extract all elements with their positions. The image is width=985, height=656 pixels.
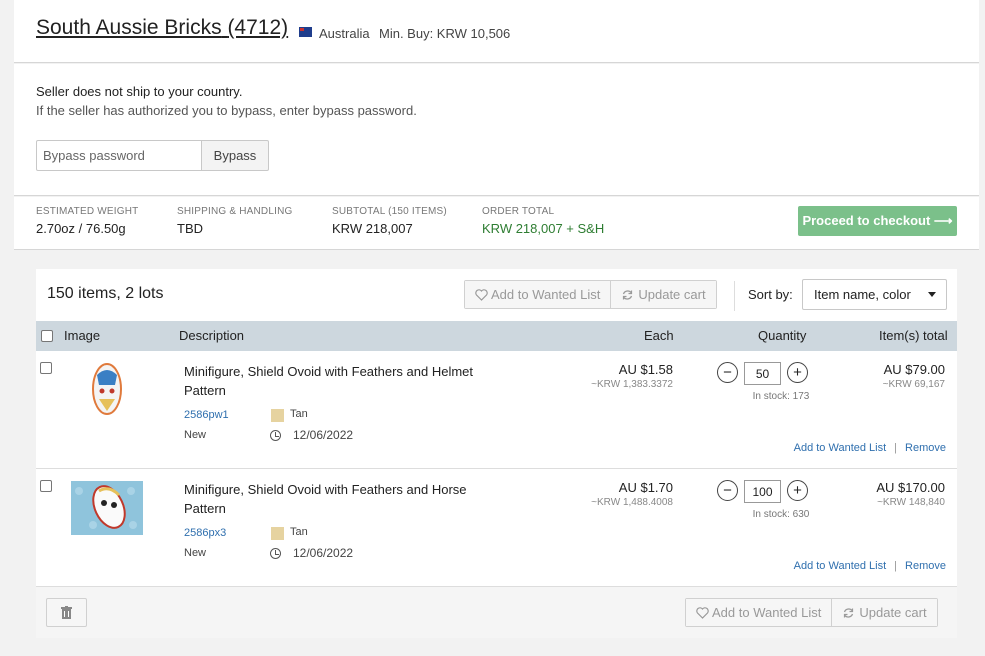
delete-selected-button[interactable] (46, 598, 87, 627)
refresh-icon (844, 607, 854, 618)
weight-value: 2.70oz / 76.50g (36, 221, 126, 236)
proceed-to-checkout-button[interactable]: Proceed to checkout ⟶ (798, 206, 957, 236)
item-code-link[interactable]: 2586px3 (184, 527, 226, 539)
color-swatch (271, 409, 284, 422)
bypass-password-input[interactable] (36, 140, 202, 171)
toolbar-divider (734, 281, 735, 311)
plus-icon[interactable]: + (787, 480, 808, 501)
heart-icon (475, 288, 488, 301)
col-image: Image (64, 328, 101, 343)
shipping-block: SHIPPING & HANDLING TBD (177, 206, 293, 236)
shipping-label: SHIPPING & HANDLING (177, 206, 293, 217)
update-cart-button[interactable]: Update cart (831, 599, 937, 626)
cart-column-header: Image Description Each Quantity Item(s) … (36, 321, 957, 351)
cart-toolbar: 150 items, 2 lots Add to Wanted List Upd… (36, 269, 957, 321)
sort-select[interactable]: Item name, color (802, 279, 947, 310)
clock-icon (270, 548, 281, 559)
weight-block: ESTIMATED WEIGHT 2.70oz / 76.50g (36, 206, 138, 236)
row-checkbox[interactable] (40, 480, 52, 492)
shield-horse-thumbnail[interactable] (71, 481, 143, 535)
action-separator: | (894, 560, 898, 572)
item-condition: New (184, 547, 207, 559)
min-buy: Min. Buy: KRW 10,506 (379, 26, 511, 41)
item-total: AU $170.00 ~KRW 148,840 (876, 480, 945, 508)
order-total-block: ORDER TOTAL KRW 218,007 + S&H (482, 206, 604, 236)
subtotal-value: KRW 218,007 (332, 221, 413, 236)
item-each-price: AU $1.58 ~KRW 1,383.3372 (591, 362, 673, 390)
shipping-value: TBD (177, 221, 203, 236)
add-to-wanted-list-link[interactable]: Add to Wanted List (794, 560, 887, 572)
item-color: Tan (290, 408, 308, 420)
add-to-wanted-list-link[interactable]: Add to Wanted List (794, 442, 887, 454)
minus-icon[interactable]: − (717, 480, 738, 501)
item-code-link[interactable]: 2586pw1 (184, 409, 229, 421)
col-description: Description (179, 328, 245, 343)
cart-count: 150 items, 2 lots (47, 285, 164, 302)
flag-au-icon (299, 27, 312, 37)
shield-helmet-thumbnail[interactable] (71, 361, 143, 415)
add-to-wanted-list-button[interactable]: Add to Wanted List (686, 599, 832, 626)
item-total: AU $79.00 ~KRW 69,167 (882, 362, 945, 390)
subtotal-label: SUBTOTAL (150 ITEMS) (332, 206, 447, 217)
stock-text: In stock: 630 (752, 509, 810, 520)
item-date: 12/06/2022 (293, 546, 354, 560)
item-color: Tan (290, 526, 308, 538)
clock-icon (270, 430, 281, 441)
store-country: Australia (319, 26, 370, 41)
cart-footer: Add to Wanted List Update cart (36, 587, 957, 638)
heart-icon (696, 606, 709, 619)
cart-actions-top: Add to Wanted List Update cart (464, 280, 717, 309)
quantity-input[interactable] (744, 362, 781, 385)
col-total: Item(s) total (879, 328, 948, 343)
bypass-hint: If the seller has authorized you to bypa… (36, 103, 417, 118)
sort-label: Sort by: (748, 287, 793, 302)
remove-link[interactable]: Remove (905, 560, 946, 572)
row-actions: Add to Wanted List | Remove (794, 442, 946, 454)
store-name-link[interactable]: South Aussie Bricks (4712) (36, 16, 288, 40)
quantity-input[interactable] (744, 480, 781, 503)
store-header: South Aussie Bricks (4712) Australia Min… (14, 0, 979, 63)
order-total-value: KRW 218,007 + S&H (482, 221, 605, 236)
weight-label: ESTIMATED WEIGHT (36, 206, 139, 217)
row-actions: Add to Wanted List | Remove (794, 560, 946, 572)
order-summary: ESTIMATED WEIGHT 2.70oz / 76.50g SHIPPIN… (14, 197, 979, 250)
stock-text: In stock: 173 (752, 391, 810, 402)
add-to-wanted-list-button[interactable]: Add to Wanted List (465, 281, 611, 308)
col-quantity: Quantity (758, 328, 807, 343)
no-ship-text: Seller does not ship to your country. (36, 84, 243, 99)
row-checkbox[interactable] (40, 362, 52, 374)
caret-down-icon (928, 292, 936, 297)
item-each-price: AU $1.70 ~KRW 1,488.4008 (591, 480, 673, 508)
item-description[interactable]: Minifigure, Shield Ovoid with Feathers a… (184, 362, 484, 400)
item-date: 12/06/2022 (293, 428, 354, 442)
refresh-icon (623, 289, 633, 300)
cart-row: Minifigure, Shield Ovoid with Feathers a… (36, 351, 957, 469)
cart-actions-bottom: Add to Wanted List Update cart (685, 598, 938, 627)
shipping-notice: Seller does not ship to your country. If… (14, 64, 979, 196)
trash-icon (61, 606, 72, 619)
minus-icon[interactable]: − (717, 362, 738, 383)
color-swatch (271, 527, 284, 540)
subtotal-block: SUBTOTAL (150 ITEMS) KRW 218,007 (332, 206, 447, 236)
order-total-label: ORDER TOTAL (482, 206, 555, 217)
remove-link[interactable]: Remove (905, 442, 946, 454)
select-all-checkbox[interactable] (41, 330, 53, 342)
cart-panel: 150 items, 2 lots Add to Wanted List Upd… (36, 269, 957, 638)
action-separator: | (894, 442, 898, 454)
col-each: Each (644, 328, 674, 343)
item-condition: New (184, 429, 207, 441)
bypass-button[interactable]: Bypass (201, 140, 269, 171)
update-cart-button[interactable]: Update cart (610, 281, 716, 308)
item-description[interactable]: Minifigure, Shield Ovoid with Feathers a… (184, 480, 484, 518)
cart-row: Minifigure, Shield Ovoid with Feathers a… (36, 469, 957, 587)
plus-icon[interactable]: + (787, 362, 808, 383)
